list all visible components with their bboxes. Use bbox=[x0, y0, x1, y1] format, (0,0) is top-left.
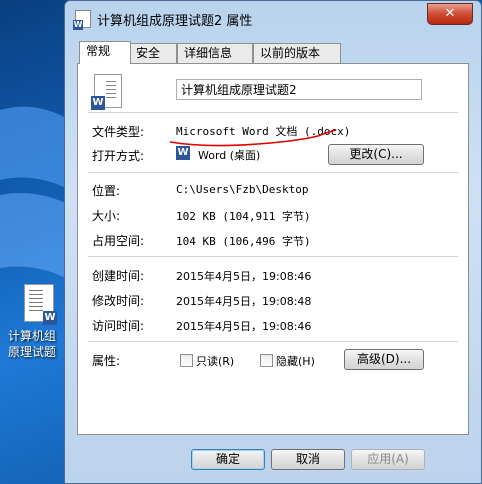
size-value: 102 KB (104,911 字节) bbox=[176, 210, 311, 223]
divider bbox=[88, 112, 458, 113]
title-bar[interactable]: 计算机组成原理试题2 属性 ✕ bbox=[65, 1, 481, 35]
divider bbox=[88, 172, 458, 173]
window-title: 计算机组成原理试题2 属性 bbox=[97, 14, 253, 29]
divider bbox=[88, 341, 458, 342]
properties-dialog: 计算机组成原理试题2 属性 ✕ 常规 安全 详细信息 以前的版本 W 文件类型:… bbox=[64, 0, 482, 484]
accessed-value: 2015年4月5日，19:08:46 bbox=[176, 320, 312, 333]
word-document-icon: W bbox=[24, 284, 57, 325]
change-button[interactable]: 更改(C)... bbox=[328, 144, 424, 165]
general-tab-panel: W 文件类型: Microsoft Word 文档 (.docx) 打开方式: … bbox=[77, 63, 469, 435]
close-icon: ✕ bbox=[444, 6, 456, 21]
accessed-label: 访问时间: bbox=[92, 319, 145, 333]
location-value: C:\Users\Fzb\Desktop bbox=[176, 183, 309, 196]
size-on-disk-value: 104 KB (106,496 字节) bbox=[176, 235, 311, 248]
tab-general[interactable]: 常规 bbox=[79, 41, 131, 64]
apply-button[interactable]: 应用(A) bbox=[351, 449, 425, 470]
size-label: 大小: bbox=[92, 209, 121, 223]
word-app-icon: W bbox=[176, 146, 190, 160]
cancel-button[interactable]: 取消 bbox=[271, 449, 345, 470]
location-label: 位置: bbox=[92, 184, 121, 198]
readonly-checkbox[interactable] bbox=[180, 354, 193, 367]
tab-security[interactable]: 安全 bbox=[129, 43, 177, 63]
close-button[interactable]: ✕ bbox=[427, 3, 473, 25]
hidden-checkbox[interactable] bbox=[260, 354, 273, 367]
size-on-disk-label: 占用空间: bbox=[92, 234, 145, 248]
opens-with-label: 打开方式: bbox=[92, 149, 145, 163]
modified-label: 修改时间: bbox=[92, 294, 145, 308]
modified-value: 2015年4月5日，19:08:48 bbox=[176, 295, 312, 308]
file-type-label: 文件类型: bbox=[92, 125, 145, 139]
readonly-label: 只读(R) bbox=[196, 355, 235, 368]
attributes-label: 属性: bbox=[92, 354, 121, 368]
desktop-file-icon[interactable]: W 计算机组 原理试题 bbox=[8, 284, 70, 359]
red-annotation-underline bbox=[169, 129, 337, 147]
tab-previous-versions[interactable]: 以前的版本 bbox=[253, 43, 341, 63]
opens-with-value: Word (桌面) bbox=[198, 149, 261, 162]
created-value: 2015年4月5日，19:08:46 bbox=[176, 270, 312, 283]
desktop-file-label-line1: 计算机组 bbox=[8, 329, 57, 343]
word-document-icon: W bbox=[91, 74, 122, 110]
desktop-file-label-line2: 原理试题 bbox=[8, 345, 57, 359]
file-name-input[interactable] bbox=[176, 79, 422, 100]
desktop-file-label: 计算机组 原理试题 bbox=[8, 328, 56, 360]
created-label: 创建时间: bbox=[92, 269, 145, 283]
word-file-icon bbox=[73, 10, 91, 30]
tab-details[interactable]: 详细信息 bbox=[177, 43, 253, 63]
hidden-label: 隐藏(H) bbox=[276, 355, 315, 368]
ok-button[interactable]: 确定 bbox=[191, 449, 265, 470]
advanced-button[interactable]: 高级(D)... bbox=[344, 349, 424, 370]
windows-logo-decoration bbox=[0, 106, 70, 280]
divider bbox=[88, 256, 458, 257]
